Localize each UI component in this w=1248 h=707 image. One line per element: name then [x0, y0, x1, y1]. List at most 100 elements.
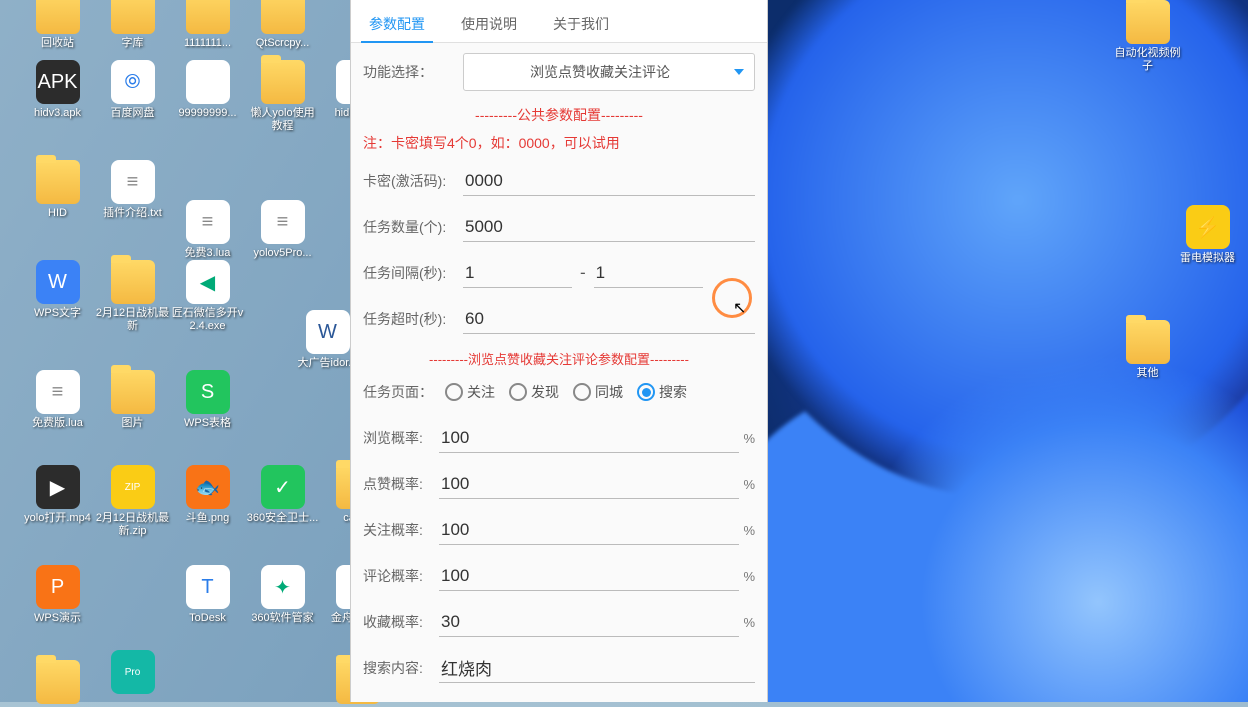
- desktop-icon[interactable]: ≡ 插件介绍.txt: [95, 160, 170, 220]
- app-icon: T: [186, 565, 230, 609]
- desktop-icon[interactable]: ≡ 免费3.lua: [170, 200, 245, 260]
- radio-icon: [637, 383, 655, 401]
- app-icon: [186, 60, 230, 104]
- search-content-input[interactable]: [439, 654, 755, 683]
- app-icon: [36, 160, 80, 204]
- taskcount-input[interactable]: [463, 213, 755, 242]
- app-icon: W: [36, 260, 80, 304]
- desktop-icon[interactable]: HID: [20, 160, 95, 220]
- desktop-icon[interactable]: ▶yolo打开.mp4: [20, 465, 95, 525]
- icon-label: 匠石微信多开v2.4.exe: [170, 307, 245, 333]
- tab-help[interactable]: 使用说明: [443, 6, 535, 42]
- radio-label: 发现: [531, 382, 559, 402]
- desktop-icon[interactable]: ≡免费版.lua: [20, 370, 95, 430]
- collect-rate-input[interactable]: [439, 608, 739, 637]
- radio-关注[interactable]: 关注: [445, 382, 495, 402]
- desktop-icon[interactable]: 1111111...: [170, 0, 245, 50]
- desktop-icon[interactable]: ZIP2月12日战机最新.zip: [95, 465, 170, 538]
- app-icon: [111, 0, 155, 34]
- icon-label: 懒人yolo使用教程: [245, 107, 320, 133]
- app-icon: ≡: [36, 370, 80, 414]
- desktop-icon[interactable]: APKhidv3.apk: [20, 60, 95, 120]
- app-icon: APK: [36, 60, 80, 104]
- collect-rate-label: 收藏概率:: [363, 612, 439, 632]
- pct-icon: %: [743, 431, 755, 446]
- like-rate-input[interactable]: [439, 470, 739, 499]
- desktop-icon[interactable]: 🐟斗鱼.png: [170, 465, 245, 525]
- icon-label: yolo打开.mp4: [24, 512, 91, 525]
- dash: -: [580, 263, 586, 283]
- icon-label: 360安全卫士...: [247, 512, 319, 525]
- desktop-icon[interactable]: 懒人yolo使用教程: [245, 60, 320, 133]
- radio-同城[interactable]: 同城: [573, 382, 623, 402]
- timeout-input[interactable]: [463, 305, 755, 334]
- desktop-icon[interactable]: 回收站: [20, 0, 95, 50]
- interval-max-input[interactable]: [594, 259, 703, 288]
- icon-label: 免费3.lua: [185, 247, 231, 260]
- app-icon: 🐟: [186, 465, 230, 509]
- desktop-icon[interactable]: P WPS演示: [20, 565, 95, 625]
- desktop-icon[interactable]: T ToDesk: [170, 565, 245, 625]
- icon-label: HID: [48, 207, 67, 220]
- desktop-icon[interactable]: [20, 660, 95, 707]
- tab-about[interactable]: 关于我们: [535, 6, 627, 42]
- desktop-icon[interactable]: ⦾百度网盘: [95, 60, 170, 120]
- radio-搜索[interactable]: 搜索: [637, 382, 687, 402]
- desktop-icon[interactable]: Pro: [95, 650, 170, 697]
- form-body: 功能选择： 浏览点赞收藏关注评论 ---------公共参数配置--------…: [351, 43, 767, 702]
- app-icon: [36, 660, 80, 704]
- desktop-icon[interactable]: 其他: [1110, 320, 1185, 380]
- app-icon: S: [186, 370, 230, 414]
- desktop-icon[interactable]: ⚡雷电模拟器: [1170, 205, 1245, 265]
- app-icon: ≡: [186, 200, 230, 244]
- kami-input[interactable]: [463, 167, 755, 196]
- desktop-icon[interactable]: 自动化视频例子: [1110, 0, 1185, 73]
- app-icon: W: [306, 310, 350, 354]
- kami-label: 卡密(激活码):: [363, 171, 463, 191]
- app-icon: ✦: [261, 565, 305, 609]
- icon-label: 大广告idor...: [298, 357, 358, 370]
- func-select[interactable]: 浏览点赞收藏关注评论: [463, 53, 755, 91]
- icon-label: 插件介绍.txt: [103, 207, 162, 220]
- radio-label: 同城: [595, 382, 623, 402]
- desktop-icon[interactable]: SWPS表格: [170, 370, 245, 430]
- icon-label: 回收站: [41, 37, 74, 50]
- app-icon: [1126, 0, 1170, 44]
- follow-rate-input[interactable]: [439, 516, 739, 545]
- icon-label: 自动化视频例子: [1110, 47, 1185, 73]
- app-icon: ⦾: [111, 60, 155, 104]
- icon-label: WPS文字: [34, 307, 81, 320]
- like-rate-label: 点赞概率:: [363, 474, 439, 494]
- desktop-icon[interactable]: ◀匠石微信多开v2.4.exe: [170, 260, 245, 333]
- app-icon: [36, 0, 80, 34]
- interval-min-input[interactable]: [463, 259, 572, 288]
- func-select-label: 功能选择：: [363, 62, 463, 82]
- icon-label: 图片: [122, 417, 144, 430]
- desktop-icon[interactable]: 2月12日战机最新: [95, 260, 170, 333]
- desktop-icon[interactable]: ✓360安全卫士...: [245, 465, 320, 525]
- browse-rate-input[interactable]: [439, 424, 739, 453]
- desktop-icon[interactable]: 99999999...: [170, 60, 245, 120]
- icon-label: ToDesk: [189, 612, 226, 625]
- desktop-icon[interactable]: W WPS文字: [20, 260, 95, 320]
- timeout-label: 任务超时(秒):: [363, 309, 463, 329]
- desktop-icon[interactable]: QtScrcpy...: [245, 0, 320, 50]
- comment-rate-input[interactable]: [439, 562, 739, 591]
- tab-config[interactable]: 参数配置: [351, 6, 443, 42]
- section-browse: ---------浏览点赞收藏关注评论参数配置---------: [363, 349, 755, 368]
- app-icon: [111, 370, 155, 414]
- icon-label: QtScrcpy...: [256, 37, 310, 50]
- app-icon: ≡: [261, 200, 305, 244]
- app-icon: ≡: [111, 160, 155, 204]
- icon-label: 1111111...: [184, 37, 231, 50]
- tab-bar: 参数配置 使用说明 关于我们: [351, 0, 767, 43]
- pct-icon: %: [743, 615, 755, 630]
- desktop-icon[interactable]: ≡yolov5Pro...: [245, 200, 320, 260]
- app-icon: Pro: [111, 650, 155, 694]
- desktop-icon[interactable]: ✦360软件管家: [245, 565, 320, 625]
- desktop-icon[interactable]: 图片: [95, 370, 170, 430]
- app-icon: P: [36, 565, 80, 609]
- desktop-icon[interactable]: 字库: [95, 0, 170, 50]
- radio-发现[interactable]: 发现: [509, 382, 559, 402]
- icon-label: WPS演示: [34, 612, 81, 625]
